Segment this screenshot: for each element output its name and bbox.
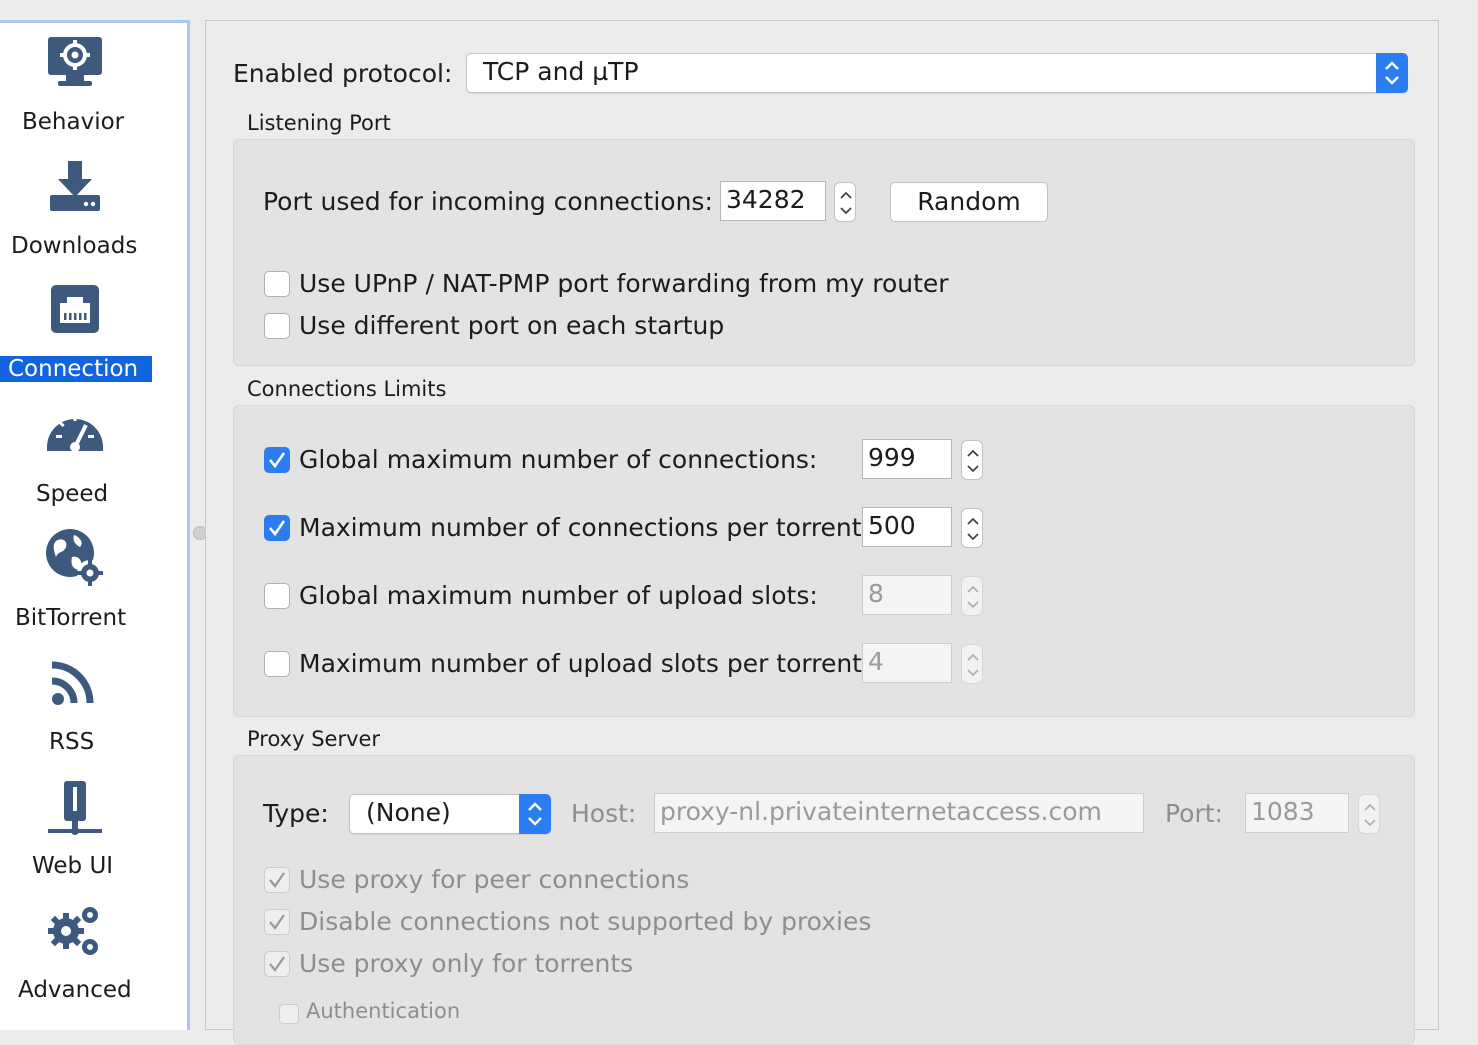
sidebar-item-connection[interactable]: Connection (0, 271, 187, 395)
listening-port-group: Port used for incoming connections: 3428… (233, 139, 1415, 366)
global-max-connections-checkbox[interactable] (264, 447, 290, 473)
globe-gear-icon (46, 529, 103, 586)
random-startup-port-label: Use different port on each startup (299, 311, 725, 340)
checkmark-icon (269, 914, 285, 930)
sidebar-item-label: Speed (36, 481, 109, 507)
global-max-upload-slots-input[interactable]: 8 (862, 575, 952, 615)
rss-icon (51, 661, 94, 705)
disable-unsupported-connections-checkbox[interactable] (264, 909, 290, 935)
proxy-host-value: proxy-nl.privateinternetaccess.com (660, 797, 1102, 826)
max-upload-slots-per-torrent-stepper[interactable] (961, 644, 983, 684)
sidebar-item-label: Behavior (22, 109, 125, 135)
enabled-protocol-label: Enabled protocol: (233, 59, 453, 88)
sidebar-item-label: Downloads (11, 233, 138, 259)
proxy-port-label: Port: (1165, 799, 1223, 828)
proxy-only-torrents-label: Use proxy only for torrents (299, 949, 634, 978)
max-upload-slots-per-torrent-input[interactable]: 4 (862, 643, 952, 683)
incoming-port-label: Port used for incoming connections: (263, 187, 713, 216)
stepper-arrows-icon (967, 517, 979, 541)
proxy-type-value: (None) (366, 798, 451, 827)
max-connections-per-torrent-input[interactable]: 500 (862, 507, 952, 547)
global-max-upload-slots-label: Global maximum number of upload slots: (299, 581, 818, 610)
incoming-port-input[interactable]: 34282 (720, 181, 826, 221)
stepper-arrows-icon (1364, 803, 1376, 827)
sidebar-item-label: RSS (49, 729, 95, 755)
gears-icon (48, 907, 98, 955)
select-arrows-icon (1376, 53, 1408, 93)
random-port-button[interactable]: Random (890, 182, 1048, 222)
proxy-port-stepper[interactable] (1358, 794, 1380, 834)
max-connections-per-torrent-checkbox[interactable] (264, 515, 290, 541)
sidebar-item-web-ui[interactable]: Web UI (0, 767, 187, 891)
ethernet-port-icon (51, 285, 99, 333)
authentication-checkbox[interactable] (279, 1004, 299, 1024)
checkmark-icon (269, 872, 285, 888)
random-startup-port-checkbox[interactable] (264, 313, 290, 339)
global-max-upload-slots-checkbox[interactable] (264, 583, 290, 609)
global-max-connections-label: Global maximum number of connections: (299, 445, 818, 474)
select-arrows-icon (519, 794, 551, 834)
authentication-label: Authentication (306, 999, 461, 1023)
incoming-port-value: 34282 (726, 185, 806, 214)
global-max-upload-slots-value: 8 (868, 579, 884, 608)
max-upload-slots-per-torrent-checkbox[interactable] (264, 651, 290, 677)
global-max-connections-value: 999 (868, 443, 916, 472)
proxy-server-title: Proxy Server (247, 727, 381, 751)
sidebar-item-label: Connection (0, 356, 152, 382)
sidebar-item-downloads[interactable]: Downloads (0, 147, 187, 271)
monitor-gear-icon (48, 37, 102, 86)
max-connections-per-torrent-stepper[interactable] (961, 508, 983, 548)
network-plug-icon (48, 781, 102, 835)
sidebar-item-advanced[interactable]: Advanced (0, 891, 187, 1015)
global-max-connections-input[interactable]: 999 (862, 439, 952, 479)
sidebar-item-bittorrent[interactable]: BitTorrent (0, 519, 187, 643)
sidebar-item-rss[interactable]: RSS (0, 643, 187, 767)
sidebar-item-speed[interactable]: Speed (0, 395, 187, 519)
stepper-arrows-icon (967, 585, 979, 609)
speedometer-icon (47, 415, 103, 452)
upnp-checkbox[interactable] (264, 271, 290, 297)
proxy-type-label: Type: (263, 799, 329, 828)
sidebar-item-label: Web UI (32, 853, 114, 879)
max-upload-slots-per-torrent-label: Maximum number of upload slots per torre… (299, 649, 871, 678)
checkmark-icon (269, 956, 285, 972)
stepper-arrows-icon (840, 191, 852, 215)
enabled-protocol-select[interactable]: TCP and µTP (466, 53, 1408, 93)
proxy-host-input[interactable]: proxy-nl.privateinternetaccess.com (654, 793, 1144, 833)
proxy-type-select[interactable]: (None) (349, 794, 551, 834)
max-upload-slots-per-torrent-value: 4 (868, 647, 884, 676)
max-connections-per-torrent-label: Maximum number of connections per torren… (299, 513, 870, 542)
connection-limits-title: Connections Limits (247, 377, 447, 401)
checkmark-icon (269, 452, 286, 469)
global-max-connections-stepper[interactable] (961, 440, 983, 480)
proxy-port-input[interactable]: 1083 (1245, 793, 1349, 833)
proxy-peer-connections-checkbox[interactable] (264, 867, 290, 893)
sidebar-item-behavior[interactable]: Behavior (0, 23, 187, 147)
upnp-label: Use UPnP / NAT-PMP port forwarding from … (299, 269, 949, 298)
enabled-protocol-value: TCP and µTP (483, 57, 639, 86)
stepper-arrows-icon (967, 449, 979, 473)
incoming-port-stepper[interactable] (834, 182, 856, 222)
proxy-port-value: 1083 (1251, 797, 1315, 826)
listening-port-title: Listening Port (247, 111, 391, 135)
download-tray-icon (50, 161, 100, 211)
proxy-host-label: Host: (571, 799, 637, 828)
stepper-arrows-icon (967, 653, 979, 677)
max-connections-per-torrent-value: 500 (868, 511, 916, 540)
proxy-peer-connections-label: Use proxy for peer connections (299, 865, 690, 894)
proxy-server-group: Type: (None) Host: proxy-nl.privateinter… (233, 755, 1415, 1045)
sidebar-item-label: Advanced (18, 977, 132, 1003)
preferences-sidebar: Behavior Downloads Connection Speed BitT… (0, 20, 190, 1030)
checkmark-icon (269, 520, 286, 537)
sidebar-item-label: BitTorrent (15, 605, 127, 631)
disable-unsupported-connections-label: Disable connections not supported by pro… (299, 907, 872, 936)
global-max-upload-slots-stepper[interactable] (961, 576, 983, 616)
proxy-only-torrents-checkbox[interactable] (264, 951, 290, 977)
connection-settings-panel: Enabled protocol: TCP and µTP Listening … (205, 20, 1439, 1045)
connection-limits-group: Global maximum number of connections: 99… (233, 405, 1415, 717)
